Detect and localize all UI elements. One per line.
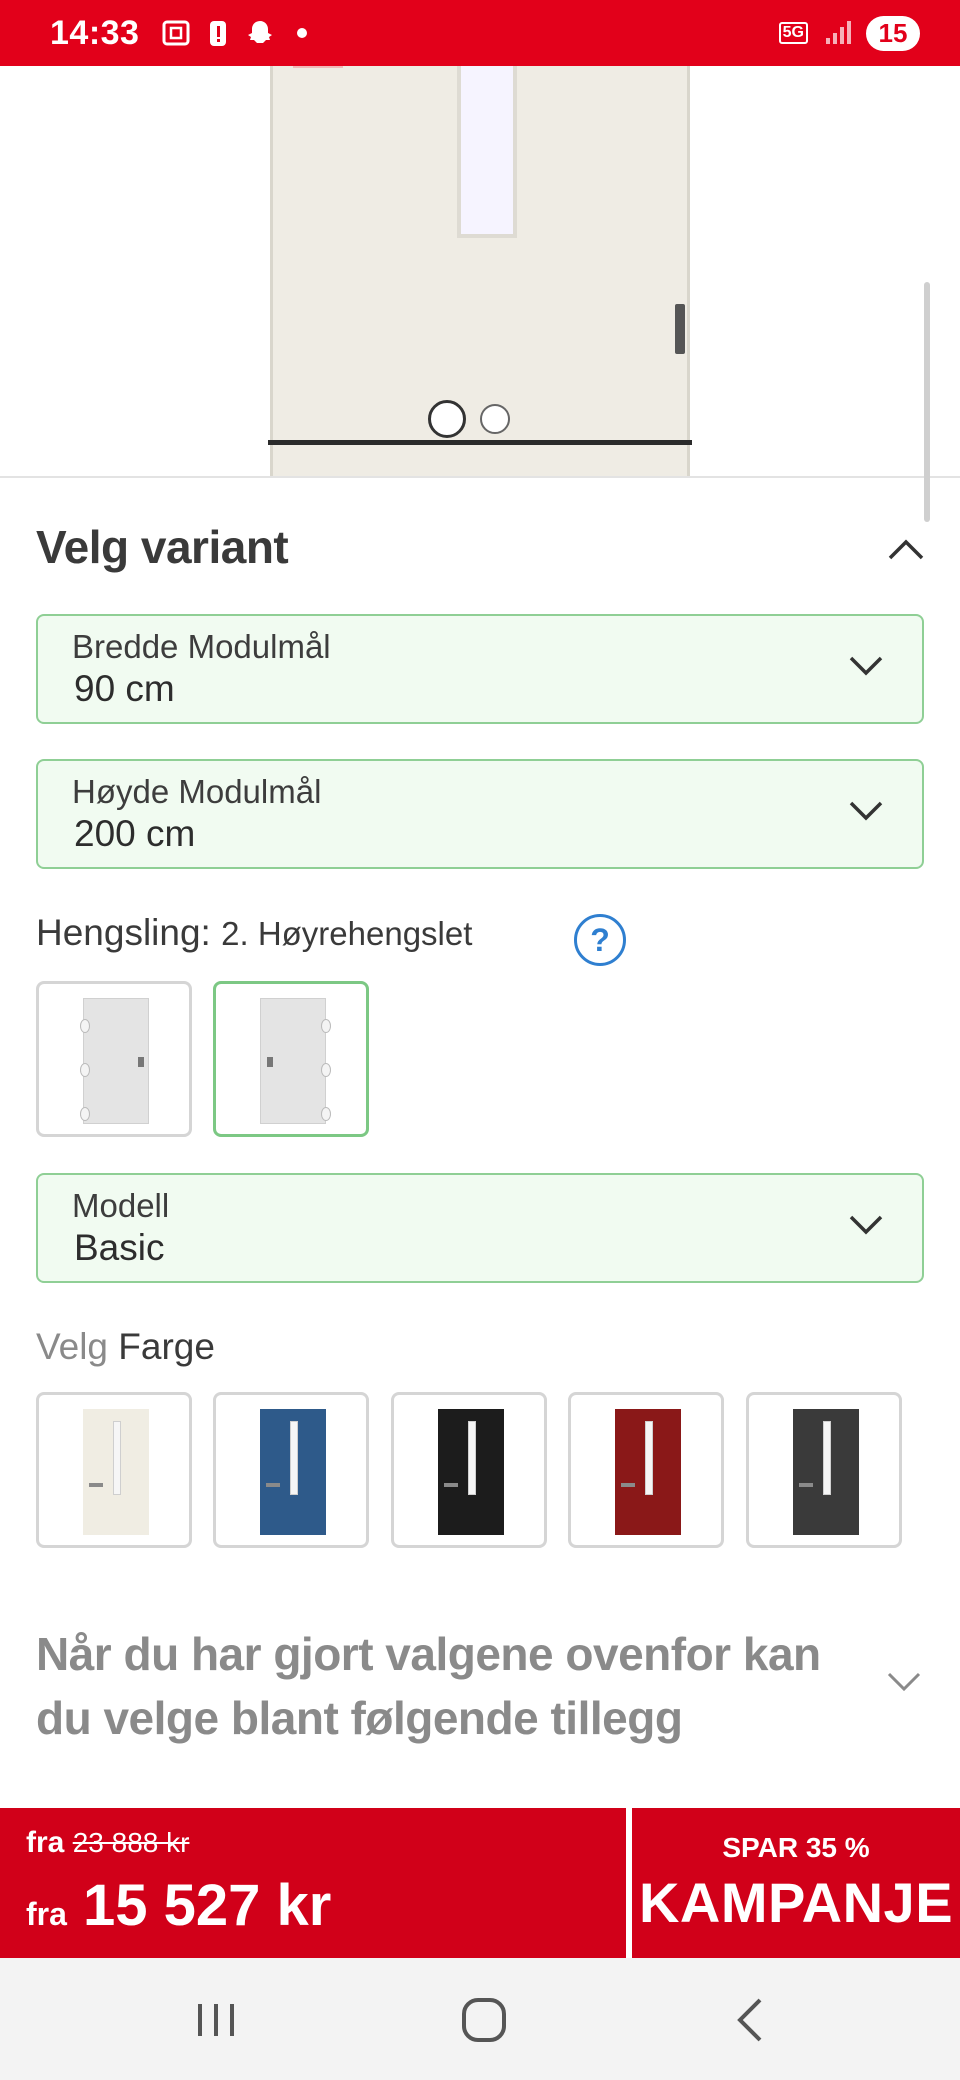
hinge-mark <box>321 1019 331 1033</box>
door-handle <box>89 1483 103 1487</box>
scrollbar[interactable] <box>924 282 930 522</box>
chevron-down-icon <box>849 656 883 676</box>
model-select-value: Basic <box>74 1227 165 1268</box>
door-window <box>468 1421 476 1495</box>
chevron-down-icon[interactable] <box>886 1670 922 1694</box>
color-option[interactable] <box>36 1392 192 1548</box>
help-icon[interactable]: ? <box>574 914 626 966</box>
alert-icon <box>210 21 227 46</box>
hinge-mark <box>80 1019 90 1033</box>
old-price-prefix: fra <box>26 1826 65 1859</box>
door-threshold <box>268 440 692 445</box>
color-label: Velg Farge <box>36 1326 215 1368</box>
color-option[interactable] <box>391 1392 547 1548</box>
door-handle <box>621 1483 635 1487</box>
height-select-value: 200 cm <box>74 813 196 854</box>
model-select-label: Modell <box>72 1187 170 1224</box>
product-image-gallery[interactable] <box>0 66 960 478</box>
color-label-prefix: Velg <box>36 1326 109 1367</box>
discount-text: SPAR 35 % <box>722 1832 870 1863</box>
door-handle <box>266 1483 280 1487</box>
old-price: fra 23 888 kr <box>26 1826 189 1860</box>
color-door-thumbnail <box>615 1409 681 1535</box>
new-price-value: 15 527 kr <box>83 1873 332 1938</box>
color-door-thumbnail <box>83 1409 149 1535</box>
price-bar: fra 23 888 kr fra 15 527 kr SPAR 35 % KA… <box>0 1808 960 1958</box>
door-hinge <box>675 304 685 354</box>
gallery-dot[interactable] <box>480 404 510 434</box>
chevron-down-icon <box>849 801 883 821</box>
snapchat-icon <box>248 21 273 43</box>
door-thumbnail <box>260 998 331 1124</box>
width-select-value: 90 cm <box>74 668 175 709</box>
hinge-mark <box>80 1107 90 1121</box>
dot-icon <box>297 28 308 38</box>
door-thumbnail <box>80 998 149 1124</box>
width-select-label: Bredde Modulmål <box>72 628 331 665</box>
status-bar: 14:33 5G 15 <box>0 0 960 66</box>
color-option[interactable] <box>213 1392 369 1548</box>
hinge-mark <box>80 1063 90 1077</box>
recent-apps-icon[interactable] <box>188 1992 244 2048</box>
door-knob <box>138 1057 144 1067</box>
status-time: 14:33 <box>50 13 140 52</box>
color-door-thumbnail <box>260 1409 326 1535</box>
battery-indicator: 15 <box>866 15 920 51</box>
door-sticker <box>293 66 343 68</box>
hinge-option-right[interactable] <box>213 981 369 1137</box>
door-window <box>457 66 517 238</box>
door-handle <box>799 1483 813 1487</box>
color-option[interactable] <box>746 1392 902 1548</box>
hinge-option-left[interactable] <box>36 981 192 1137</box>
addons-heading[interactable]: Når du har gjort valgene ovenfor kan du … <box>36 1622 876 1750</box>
price-info: fra 23 888 kr fra 15 527 kr <box>0 1808 626 1958</box>
door-handle <box>444 1483 458 1487</box>
door-window <box>290 1421 298 1495</box>
color-door-thumbnail <box>438 1409 504 1535</box>
new-price-prefix: fra <box>26 1896 67 1932</box>
campaign-badge[interactable]: SPAR 35 % KAMPANJE <box>632 1808 960 1958</box>
chevron-up-icon[interactable] <box>886 534 926 564</box>
chevron-down-icon <box>849 1215 883 1235</box>
door-knob <box>267 1057 273 1067</box>
model-select[interactable]: Modell Basic <box>36 1173 924 1283</box>
gallery-pagination <box>428 400 510 438</box>
back-icon[interactable] <box>724 1992 780 2048</box>
home-icon[interactable] <box>456 1992 512 2048</box>
door-window <box>645 1421 653 1495</box>
color-option[interactable] <box>568 1392 724 1548</box>
new-price: fra 15 527 kr <box>26 1872 331 1939</box>
divider <box>0 476 960 478</box>
screenshot-icon <box>162 20 190 46</box>
hinge-mark <box>321 1107 331 1121</box>
door-window <box>113 1421 121 1495</box>
campaign-text: KAMPANJE <box>638 1871 954 1934</box>
color-door-thumbnail <box>793 1409 859 1535</box>
width-select[interactable]: Bredde Modulmål 90 cm <box>36 614 924 724</box>
old-price-value: 23 888 kr <box>72 1827 190 1858</box>
section-title: Velg variant <box>36 521 289 573</box>
network-5g-icon: 5G <box>778 22 808 44</box>
status-right: 5G 15 <box>778 15 920 51</box>
status-icons <box>161 18 317 48</box>
hinge-label-text: Hengsling: <box>36 912 211 953</box>
color-label-text: Farge <box>118 1326 215 1367</box>
height-select[interactable]: Høyde Modulmål 200 cm <box>36 759 924 869</box>
navigation-bar <box>0 1958 960 2080</box>
door-window <box>823 1421 831 1495</box>
height-select-label: Høyde Modulmål <box>72 773 322 810</box>
gallery-dot-active[interactable] <box>428 400 466 438</box>
hinge-mark <box>321 1063 331 1077</box>
hinge-label: Hengsling: 2. Høyrehengslet <box>36 912 472 954</box>
hinge-value: 2. Høyrehengslet <box>221 915 473 952</box>
signal-icon <box>826 21 851 44</box>
